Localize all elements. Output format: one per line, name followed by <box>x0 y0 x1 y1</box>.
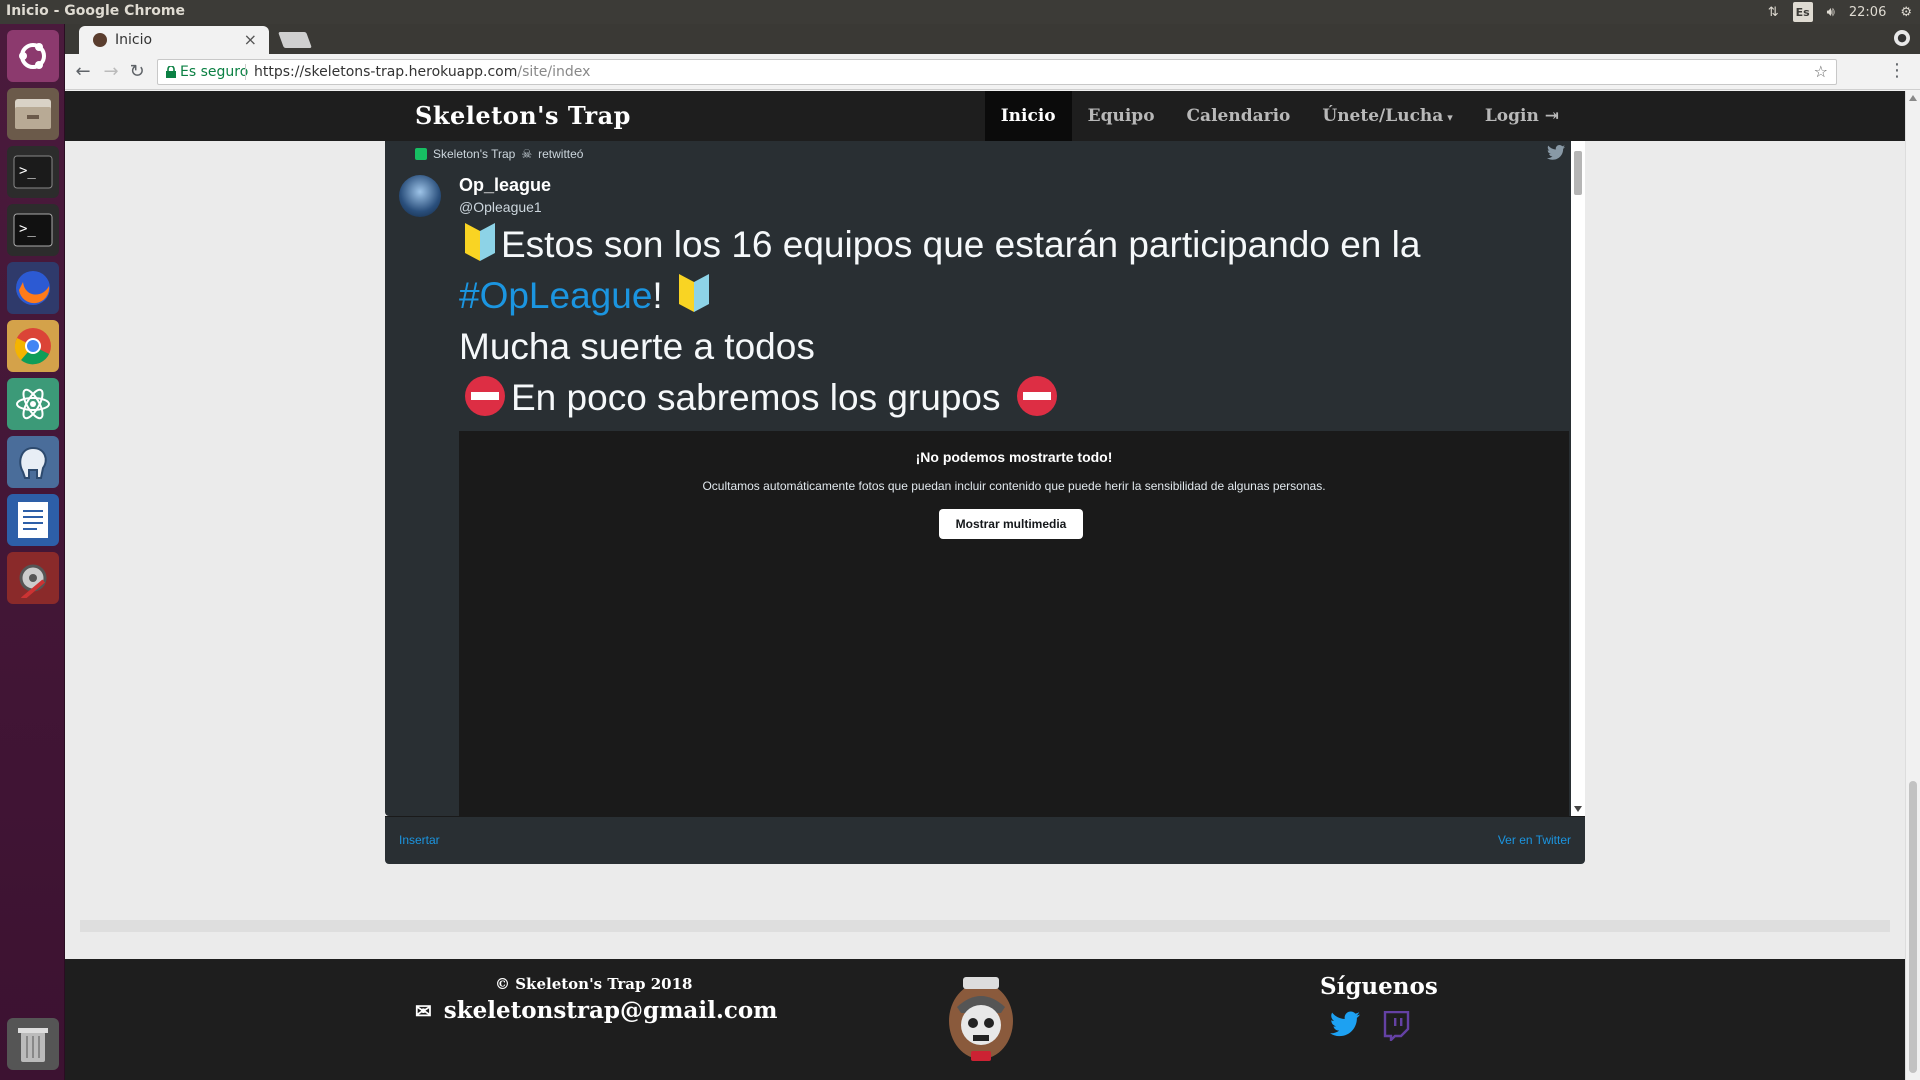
network-icon[interactable]: ⇅ <box>1768 2 1779 22</box>
hashtag-link[interactable]: #OpLeague <box>459 275 652 316</box>
volume-icon[interactable]: 🔊︎ <box>1827 2 1835 22</box>
close-tab-icon[interactable]: × <box>244 30 257 49</box>
scroll-up-arrow-icon[interactable] <box>1909 95 1917 101</box>
nav-login[interactable]: Login ⇥ <box>1469 91 1575 141</box>
libreoffice-writer-icon[interactable] <box>7 494 59 546</box>
section-divider <box>80 920 1890 932</box>
login-icon: ⇥ <box>1544 106 1559 126</box>
forward-arrow-icon[interactable]: → <box>101 62 121 82</box>
lock-icon <box>166 66 176 78</box>
site-brand[interactable]: Skeleton's Trap <box>415 101 631 130</box>
retweeted-by[interactable]: Skeleton's Trap <box>433 147 515 161</box>
new-tab-button[interactable] <box>278 32 312 48</box>
beginner-badge-icon <box>678 274 709 312</box>
nav-inicio[interactable]: Inicio <box>984 91 1072 141</box>
author-avatar[interactable] <box>399 175 441 217</box>
sensitive-media-notice: ¡No podemos mostrarte todo! Ocultamos au… <box>459 431 1569 816</box>
embed-link[interactable]: Insertar <box>399 833 440 847</box>
twitter-icon[interactable] <box>1330 1011 1360 1037</box>
email-text: skeletonstrap@gmail.com <box>443 997 778 1024</box>
pgadmin-elephant-icon[interactable] <box>7 436 59 488</box>
author-name[interactable]: Op_league <box>459 175 551 196</box>
page-scrollbar[interactable] <box>1905 91 1920 1080</box>
social-links <box>1330 1011 1410 1041</box>
system-top-panel: Inicio - Google Chrome ⇅ Es 🔊︎ 22:06 ⚙ <box>0 0 1920 24</box>
reload-icon[interactable]: ↻ <box>127 62 147 82</box>
site-favicon-icon <box>93 33 107 47</box>
nav-login-label: Login <box>1484 106 1539 126</box>
terminal-alt-icon[interactable]: >_ <box>7 204 59 256</box>
show-media-button[interactable]: Mostrar multimedia <box>939 509 1083 539</box>
follow-heading: Síguenos <box>1320 973 1438 1000</box>
nav-calendario[interactable]: Calendario <box>1171 91 1307 141</box>
files-icon[interactable] <box>7 88 59 140</box>
skeletons-trap-logo <box>949 977 1013 1061</box>
tab-inicio[interactable]: Inicio × <box>79 26 269 54</box>
omnibox-separator <box>245 64 246 80</box>
chrome-icon[interactable] <box>7 320 59 372</box>
tweet-footer: Insertar Ver en Twitter <box>385 816 1585 864</box>
twitch-icon[interactable] <box>1382 1011 1410 1041</box>
settings-gear-icon[interactable]: ⚙ <box>1900 2 1912 22</box>
copyright: © Skeleton's Trap 2018 <box>495 975 693 993</box>
url-text[interactable]: https://skeletons-trap.herokuapp.com/sit… <box>254 64 590 80</box>
browser-window: Inicio × ● ← → ↻ Es seguro https://skele… <box>65 24 1920 1080</box>
address-bar[interactable]: Es seguro https://skeletons-trap.herokua… <box>157 59 1837 85</box>
tab-title: Inicio <box>115 32 153 48</box>
skull-emoji-icon: ☠ <box>521 147 533 161</box>
retweet-icon <box>415 148 427 160</box>
system-settings-icon[interactable] <box>7 552 59 604</box>
nav-links: Inicio Equipo Calendario Únete/Lucha ▾ Lo… <box>984 91 1575 141</box>
retweeted-suffix: retwitteó <box>538 147 584 161</box>
svg-text:>_: >_ <box>19 221 36 237</box>
no-entry-icon <box>465 376 505 416</box>
media-warning-text: Ocultamos automáticamente fotos que pued… <box>702 479 1326 493</box>
page-viewport: Skeleton's Trap Inicio Equipo Calendario… <box>65 91 1920 1080</box>
url-path: /site/index <box>517 64 591 80</box>
back-arrow-icon[interactable]: ← <box>73 62 93 82</box>
media-warning-title: ¡No podemos mostrarte todo! <box>915 449 1113 465</box>
contact-email[interactable]: ✉ skeletonstrap@gmail.com <box>415 997 778 1024</box>
scroll-down-arrow-icon[interactable] <box>1574 806 1582 812</box>
page-scroll-thumb[interactable] <box>1909 781 1917 1073</box>
site-navbar: Skeleton's Trap Inicio Equipo Calendario… <box>65 91 1905 141</box>
no-entry-icon <box>1016 376 1057 416</box>
window-title: Inicio - Google Chrome <box>6 3 186 19</box>
nav-unete-dropdown[interactable]: Únete/Lucha ▾ <box>1306 91 1468 141</box>
bookmark-star-icon[interactable]: ☆ <box>1814 62 1828 81</box>
secure-label: Es seguro <box>180 64 249 80</box>
retweet-line: Skeleton's Trap ☠ retwitteó <box>415 147 583 161</box>
nav-equipo[interactable]: Equipo <box>1072 91 1171 141</box>
view-on-twitter-link[interactable]: Ver en Twitter <box>1498 833 1571 847</box>
clock[interactable]: 22:06 <box>1849 2 1886 22</box>
terminal-icon[interactable]: >_ <box>7 146 59 198</box>
url-host: https://skeletons-trap.herokuapp.com <box>254 64 518 80</box>
launcher: >_ >_ <box>0 24 65 1080</box>
tweet-line-1: Estos son los 16 equipos que estarán par… <box>501 224 1421 265</box>
profile-icon[interactable]: ● <box>1894 30 1910 46</box>
tab-strip: Inicio × ● <box>65 24 1920 54</box>
svg-text:>_: >_ <box>19 163 36 179</box>
site-footer: © Skeleton's Trap 2018 ✉ skeletonstrap@gm… <box>65 959 1920 1080</box>
tweet-line-3: Mucha suerte a todos <box>459 326 815 367</box>
author-handle[interactable]: @Opleague1 <box>459 199 542 215</box>
caret-down-icon: ▾ <box>1447 111 1453 124</box>
tweet-exclaim: ! <box>652 275 663 316</box>
beginner-badge-icon <box>465 223 495 261</box>
tweet-line-4: En poco sabremos los grupos <box>511 377 1001 418</box>
tweet-scrollbar[interactable] <box>1571 141 1585 816</box>
firefox-icon[interactable] <box>7 262 59 314</box>
trash-icon[interactable] <box>7 1018 59 1070</box>
twitter-bird-icon[interactable] <box>1547 145 1565 160</box>
tweet-scroll-thumb[interactable] <box>1574 151 1582 195</box>
keyboard-layout-indicator[interactable]: Es <box>1792 2 1813 22</box>
nav-unete-label: Únete/Lucha <box>1322 106 1444 126</box>
chrome-menu-icon[interactable]: ⋮ <box>1888 62 1906 80</box>
embedded-tweet: Skeleton's Trap ☠ retwitteó Op_league @O… <box>385 141 1585 816</box>
atom-icon[interactable] <box>7 378 59 430</box>
tweet-text: Estos son los 16 equipos que estarán par… <box>459 219 1559 423</box>
ubuntu-dash-icon[interactable] <box>7 30 59 82</box>
browser-toolbar: ← → ↻ Es seguro https://skeletons-trap.h… <box>65 54 1920 90</box>
envelope-icon: ✉ <box>415 998 432 1023</box>
